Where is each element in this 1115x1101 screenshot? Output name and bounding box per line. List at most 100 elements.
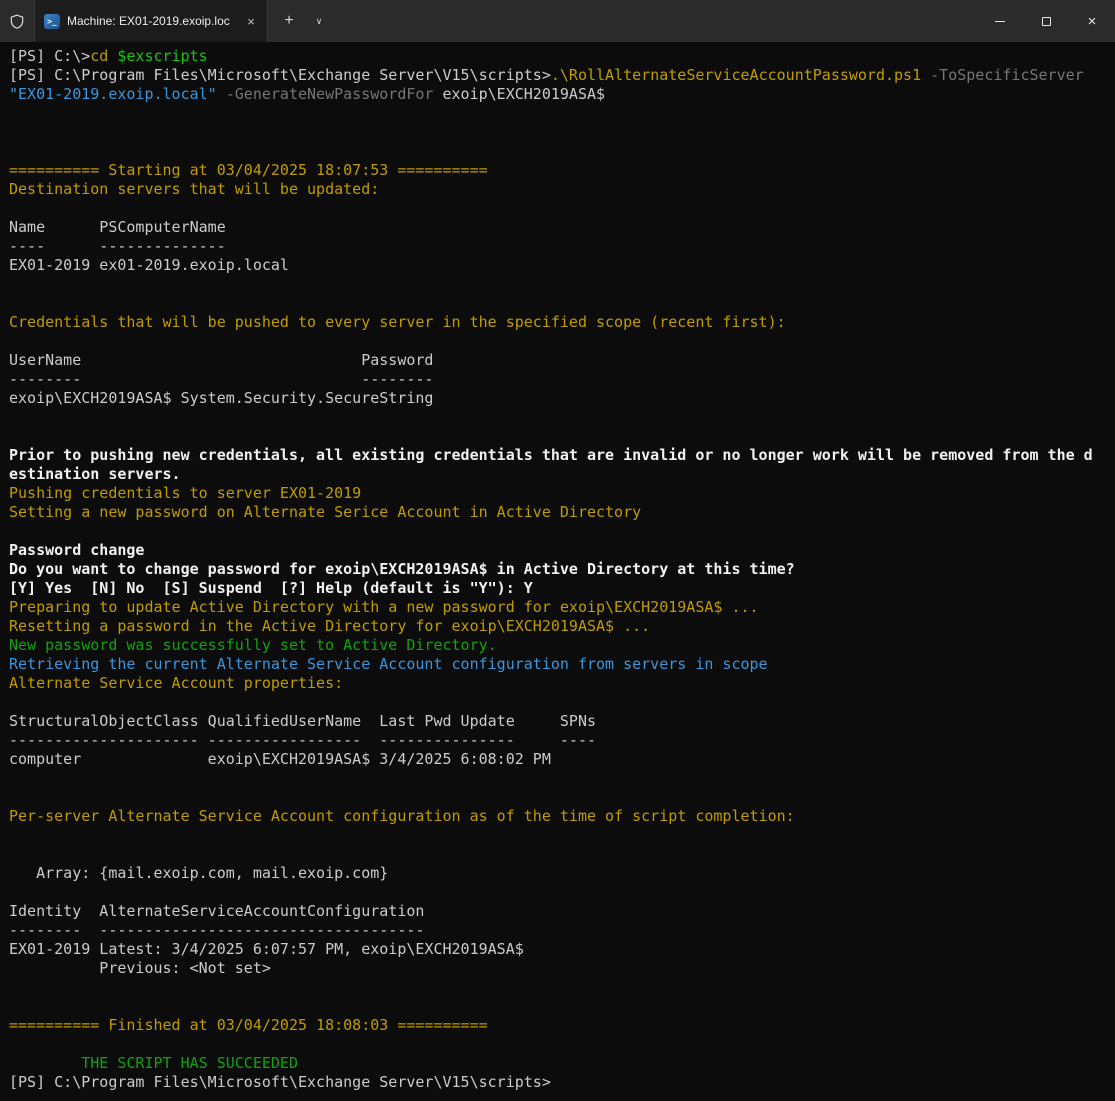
tab-dropdown-button[interactable]: ∨ [306, 0, 332, 42]
terminal-text-segment: Preparing to update Active Directory wit… [9, 598, 759, 616]
terminal-text-segment: Prior to pushing new credentials, all ex… [9, 446, 1093, 464]
titlebar-drag-region [332, 0, 977, 42]
terminal-line [9, 883, 1107, 902]
terminal-text-segment: --------------------- ----------------- … [9, 731, 596, 749]
terminal-text-segment: [PS] C:\Program Files\Microsoft\Exchange… [9, 66, 551, 84]
terminal-line: estination servers. [9, 465, 1107, 484]
close-button[interactable]: × [1069, 0, 1115, 42]
terminal-line: [Y] Yes [N] No [S] Suspend [?] Help (def… [9, 579, 1107, 598]
terminal-line: [PS] C:\Program Files\Microsoft\Exchange… [9, 66, 1107, 85]
terminal-text-segment: Credentials that will be pushed to every… [9, 313, 786, 331]
titlebar: >_ Machine: EX01-2019.exoip.loc × + ∨ × [0, 0, 1115, 42]
terminal-text-segment: ========== Starting at 03/04/2025 18:07:… [9, 161, 488, 179]
terminal-text-segment: $exscripts [117, 47, 207, 65]
terminal-line [9, 978, 1107, 997]
terminal-line [9, 997, 1107, 1016]
powershell-icon-glyph: >_ [47, 17, 57, 26]
terminal-text-segment: Setting a new password on Alternate Seri… [9, 503, 641, 521]
terminal-text-segment: cd [90, 47, 108, 65]
admin-shield-icon [0, 0, 34, 42]
terminal-text-segment: [PS] C:\Program Files\Microsoft\Exchange… [9, 1073, 551, 1091]
terminal-line [9, 1035, 1107, 1054]
terminal-line: Retrieving the current Alternate Service… [9, 655, 1107, 674]
terminal-line [9, 693, 1107, 712]
terminal-text-segment: EX01-2019 ex01-2019.exoip.local [9, 256, 289, 274]
terminal-line [9, 788, 1107, 807]
terminal-text-segment: Name PSComputerName [9, 218, 226, 236]
terminal-line: -------- -------- [9, 370, 1107, 389]
terminal-text-segment: THE SCRIPT HAS SUCCEEDED [9, 1054, 298, 1072]
terminal-text-segment: -GenerateNewPasswordFor [226, 85, 434, 103]
terminal-text-segment: exoip\EXCH2019ASA$ [443, 85, 606, 103]
terminal-line: ========== Starting at 03/04/2025 18:07:… [9, 161, 1107, 180]
terminal-text-segment: ---- -------------- [9, 237, 226, 255]
terminal-line [9, 275, 1107, 294]
terminal-text-segment: Password change [9, 541, 144, 559]
terminal-text-segment: .\RollAlternateServiceAccountPassword.ps… [551, 66, 921, 84]
terminal-line [9, 769, 1107, 788]
terminal-text-segment: Destination servers that will be updated… [9, 180, 379, 198]
terminal-line: UserName Password [9, 351, 1107, 370]
terminal-text-segment: estination servers. [9, 465, 181, 483]
maximize-button[interactable] [1023, 0, 1069, 42]
terminal-line: Pushing credentials to server EX01-2019 [9, 484, 1107, 503]
terminal-line: exoip\EXCH2019ASA$ System.Security.Secur… [9, 389, 1107, 408]
tab-title: Machine: EX01-2019.exoip.loc [67, 14, 234, 28]
terminal-line: computer exoip\EXCH2019ASA$ 3/4/2025 6:0… [9, 750, 1107, 769]
terminal-text-segment: [Y] Yes [N] No [S] Suspend [?] Help (def… [9, 579, 533, 597]
terminal-line [9, 142, 1107, 161]
terminal-line: Identity AlternateServiceAccountConfigur… [9, 902, 1107, 921]
terminal-line: "EX01-2019.exoip.local" -GenerateNewPass… [9, 85, 1107, 104]
terminal-text-segment: UserName Password [9, 351, 433, 369]
terminal-line [9, 427, 1107, 446]
chevron-down-icon: ∨ [316, 16, 323, 27]
terminal-line: Prior to pushing new credentials, all ex… [9, 446, 1107, 465]
terminal-text-segment: "EX01-2019.exoip.local" [9, 85, 217, 103]
terminal-text-segment: Per-server Alternate Service Account con… [9, 807, 795, 825]
terminal-line: Preparing to update Active Directory wit… [9, 598, 1107, 617]
terminal-line: Destination servers that will be updated… [9, 180, 1107, 199]
terminal[interactable]: [PS] C:\>cd $exscripts[PS] C:\Program Fi… [0, 42, 1115, 1101]
terminal-line [9, 123, 1107, 142]
terminal-text-segment: -ToSpecificServer [930, 66, 1084, 84]
terminal-text-segment: Identity AlternateServiceAccountConfigur… [9, 902, 424, 920]
terminal-text-segment: computer exoip\EXCH2019ASA$ 3/4/2025 6:0… [9, 750, 551, 768]
terminal-text-segment: Pushing credentials to server EX01-2019 [9, 484, 361, 502]
terminal-line [9, 199, 1107, 218]
terminal-line: Alternate Service Account properties: [9, 674, 1107, 693]
terminal-line [9, 826, 1107, 845]
close-icon: × [1088, 14, 1097, 29]
terminal-text-segment [217, 85, 226, 103]
terminal-line: --------------------- ----------------- … [9, 731, 1107, 750]
terminal-text-segment: Do you want to change password for exoip… [9, 560, 795, 578]
terminal-line: Previous: <Not set> [9, 959, 1107, 978]
terminal-output: [PS] C:\>cd $exscripts[PS] C:\Program Fi… [9, 47, 1107, 1092]
terminal-line: Setting a new password on Alternate Seri… [9, 503, 1107, 522]
terminal-text-segment: Retrieving the current Alternate Service… [9, 655, 768, 673]
terminal-text-segment: Array: {mail.exoip.com, mail.exoip.com} [9, 864, 388, 882]
terminal-line: Credentials that will be pushed to every… [9, 313, 1107, 332]
tab-machine[interactable]: >_ Machine: EX01-2019.exoip.loc × [34, 0, 268, 42]
terminal-line [9, 104, 1107, 123]
terminal-line: EX01-2019 Latest: 3/4/2025 6:07:57 PM, e… [9, 940, 1107, 959]
terminal-line: ---- -------------- [9, 237, 1107, 256]
terminal-text-segment: Alternate Service Account properties: [9, 674, 343, 692]
terminal-line: ========== Finished at 03/04/2025 18:08:… [9, 1016, 1107, 1035]
terminal-line: New password was successfully set to Act… [9, 636, 1107, 655]
new-tab-button[interactable]: + [272, 0, 306, 42]
powershell-icon: >_ [44, 14, 60, 29]
terminal-line: Password change [9, 541, 1107, 560]
tab-close-button[interactable]: × [241, 11, 261, 31]
terminal-text-segment: StructuralObjectClass QualifiedUserName … [9, 712, 596, 730]
terminal-line: Name PSComputerName [9, 218, 1107, 237]
terminal-text-segment [433, 85, 442, 103]
terminal-text-segment: Resetting a password in the Active Direc… [9, 617, 650, 635]
terminal-line: StructuralObjectClass QualifiedUserName … [9, 712, 1107, 731]
terminal-line: [PS] C:\>cd $exscripts [9, 47, 1107, 66]
terminal-line: EX01-2019 ex01-2019.exoip.local [9, 256, 1107, 275]
close-icon: × [247, 14, 255, 29]
terminal-line [9, 845, 1107, 864]
terminal-text-segment: -------- -------------------------------… [9, 921, 424, 939]
minimize-button[interactable] [977, 0, 1023, 42]
terminal-text-segment: [PS] C:\> [9, 47, 90, 65]
